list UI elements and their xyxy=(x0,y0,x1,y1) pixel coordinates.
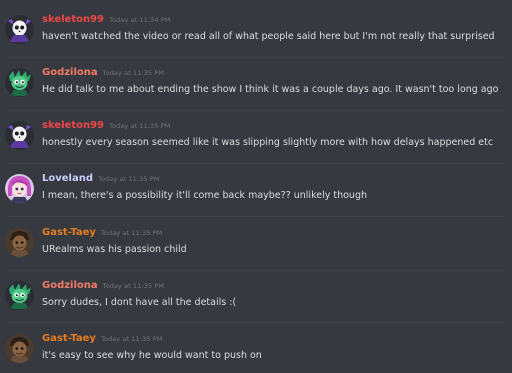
message-text: it's easy to see why he would want to pu… xyxy=(42,350,262,361)
message-timestamp: Today at 11:35 PM xyxy=(109,122,171,130)
author-name[interactable]: skeleton99 xyxy=(42,14,104,25)
author-name[interactable]: Godzilona xyxy=(42,67,98,78)
message-text: honestly every season seemed like it was… xyxy=(42,137,494,148)
skull-avatar-icon[interactable] xyxy=(5,15,34,44)
green-monster-avatar-icon[interactable] xyxy=(5,281,34,310)
skull-avatar-icon[interactable] xyxy=(5,121,34,150)
message-divider xyxy=(8,57,504,58)
message-author[interactable]: Gast-Taey Today at 11:35 PM xyxy=(42,227,162,239)
message-timestamp: Today at 11:35 PM xyxy=(100,335,163,343)
chat-message: Gast-Taey Today at 11:35 PM URealms was h… xyxy=(0,227,512,267)
message-timestamp: Today at 11:35 PM xyxy=(98,175,160,183)
message-author[interactable]: skeleton99 Today at 11:35 PM xyxy=(42,120,171,132)
chat-message: Gast-Taey Today at 11:35 PM it's easy to … xyxy=(0,333,512,373)
author-name[interactable]: skeleton99 xyxy=(42,120,104,131)
message-author[interactable]: Godzilona Today at 11:35 PM xyxy=(42,67,164,79)
chat-message: Godzilona Today at 11:35 PM He did talk t… xyxy=(0,67,512,107)
message-text: URealms was his passion child xyxy=(42,244,187,255)
brown-character-avatar-icon[interactable] xyxy=(5,228,34,257)
message-text: He did talk to me about ending the show … xyxy=(42,84,499,95)
message-divider xyxy=(8,110,504,111)
message-divider xyxy=(8,216,504,217)
chat-message: Loveland Today at 11:35 PM I mean, there'… xyxy=(0,173,512,213)
message-author[interactable]: Godzilona Today at 11:35 PM xyxy=(42,280,164,292)
message-divider xyxy=(8,322,504,323)
message-text: Sorry dudes, I dont have all the details… xyxy=(42,297,237,308)
chat-message-list: skeleton99 Today at 11:34 PM haven't watc… xyxy=(0,0,512,367)
message-text: I mean, there's a possibility it'll come… xyxy=(42,190,367,201)
message-author[interactable]: skeleton99 Today at 11:34 PM xyxy=(42,14,171,26)
message-text: haven't watched the video or read all of… xyxy=(42,31,495,42)
pink-hair-avatar-icon[interactable] xyxy=(5,174,34,203)
message-timestamp: Today at 11:35 PM xyxy=(102,69,165,77)
message-author[interactable]: Loveland Today at 11:35 PM xyxy=(42,173,160,185)
green-monster-avatar-icon[interactable] xyxy=(5,68,34,97)
author-name[interactable]: Gast-Taey xyxy=(42,227,96,238)
message-timestamp: Today at 11:34 PM xyxy=(109,16,171,24)
author-name[interactable]: Godzilona xyxy=(42,280,98,291)
author-name[interactable]: Gast-Taey xyxy=(42,333,96,344)
message-timestamp: Today at 11:35 PM xyxy=(100,229,163,237)
message-timestamp: Today at 11:35 PM xyxy=(102,282,165,290)
author-name[interactable]: Loveland xyxy=(42,173,93,184)
chat-message: skeleton99 Today at 11:34 PM haven't watc… xyxy=(0,14,512,54)
message-author[interactable]: Gast-Taey Today at 11:35 PM xyxy=(42,333,162,345)
chat-message: Godzilona Today at 11:35 PM Sorry dudes, … xyxy=(0,280,512,320)
message-divider xyxy=(8,163,504,164)
message-divider xyxy=(8,270,504,271)
chat-message: skeleton99 Today at 11:35 PM honestly eve… xyxy=(0,120,512,160)
brown-character-avatar-icon[interactable] xyxy=(5,334,34,363)
